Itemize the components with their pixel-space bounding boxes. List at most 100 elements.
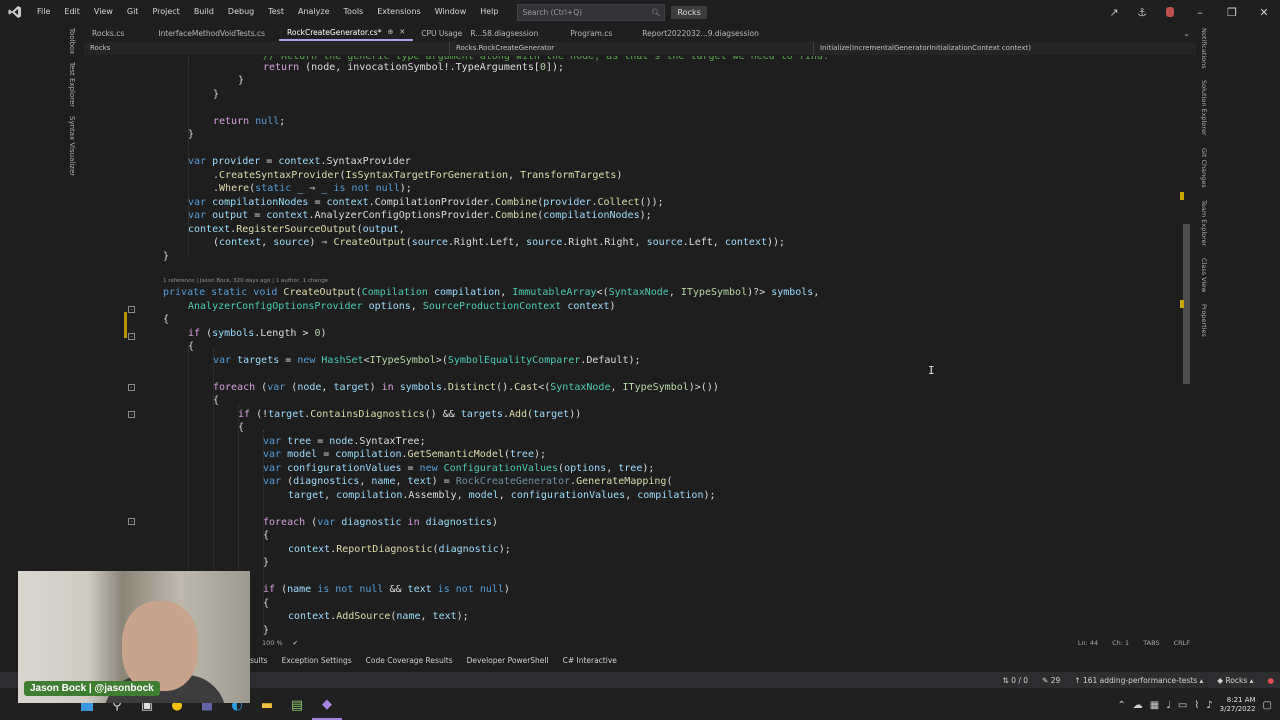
display-icon[interactable]: ▭: [1178, 700, 1187, 711]
test-explorer-tab[interactable]: Test Explorer: [68, 62, 76, 107]
zoom-level[interactable]: 100 %: [262, 639, 283, 647]
close-tab-icon[interactable]: ✕: [399, 25, 405, 40]
nav-project-dropdown[interactable]: Rocks: [84, 42, 450, 55]
menu-build[interactable]: Build: [187, 0, 221, 24]
code-line: var configurationValues = new Configurat…: [263, 463, 655, 474]
menu-edit[interactable]: Edit: [57, 0, 87, 24]
team-explorer-tab[interactable]: Team Explorer: [1200, 200, 1208, 246]
notepad-icon[interactable]: ▤: [282, 690, 312, 720]
title-bar: File Edit View Git Project Build Debug T…: [0, 0, 1280, 24]
tab-program-cs[interactable]: Program.cs: [562, 26, 620, 41]
code-line: {: [263, 598, 270, 609]
code-line: if (!target.ContainsDiagnostics() && tar…: [238, 409, 582, 420]
search-input[interactable]: Search (Ctrl+Q) 🔍︎: [517, 3, 666, 21]
file-explorer-icon[interactable]: ▬: [252, 690, 282, 720]
tab-exception-settings[interactable]: Exception Settings: [275, 654, 359, 667]
volume-icon[interactable]: ♪: [1206, 700, 1212, 711]
tab-label: InterfaceMethodVoidTests.cs: [158, 29, 266, 38]
branch-status[interactable]: ↑ 161 adding-performance-tests ▴: [1074, 676, 1203, 685]
menu-project[interactable]: Project: [145, 0, 186, 24]
properties-tab[interactable]: Properties: [1200, 304, 1208, 337]
scrollbar-thumb[interactable]: [1183, 224, 1190, 384]
code-editor[interactable]: - - - - - // Return the generic type arg…: [84, 56, 1180, 636]
tab-interface-method-void-tests[interactable]: InterfaceMethodVoidTests.cs: [150, 26, 273, 41]
notification-center-icon[interactable]: ▢: [1263, 700, 1272, 711]
menu-help[interactable]: Help: [473, 0, 505, 24]
fold-icon[interactable]: -: [128, 306, 135, 313]
menu-debug[interactable]: Debug: [221, 0, 261, 24]
code-line: .Where(static _ ⇒ _ is not null);: [213, 183, 412, 194]
tab-developer-powershell[interactable]: Developer PowerShell: [460, 654, 556, 667]
toolbox-tab[interactable]: Toolbox: [68, 28, 76, 54]
codelens[interactable]: 1 reference | Jason Bock, 320 days ago |…: [163, 278, 328, 284]
menu-analyze[interactable]: Analyze: [291, 0, 337, 24]
fold-icon[interactable]: -: [128, 411, 135, 418]
menu-extensions[interactable]: Extensions: [370, 0, 427, 24]
menu-window[interactable]: Window: [428, 0, 474, 24]
menu-tools[interactable]: Tools: [337, 0, 371, 24]
solution-name: Rocks: [671, 5, 707, 19]
notification-bell-icon[interactable]: ●: [1267, 676, 1274, 685]
menu-git[interactable]: Git: [120, 0, 146, 24]
line-endings[interactable]: CRLF: [1174, 639, 1190, 647]
menu-test[interactable]: Test: [261, 0, 291, 24]
tab-report-diagsession[interactable]: Report2022032...9.diagsession: [634, 26, 767, 41]
repo-status[interactable]: ◆ Rocks ▴: [1217, 676, 1253, 685]
minimize-button[interactable]: –: [1184, 0, 1216, 24]
tab-rock-create-generator[interactable]: RockCreateGenerator.cs* ⊕ ✕: [279, 25, 414, 41]
clock[interactable]: 8:21 AM 3/27/2022: [1220, 696, 1256, 714]
git-changes-tab[interactable]: Git Changes: [1200, 148, 1208, 188]
fold-icon[interactable]: -: [128, 518, 135, 525]
notifications-tab[interactable]: Notifications: [1200, 28, 1208, 69]
menu-view[interactable]: View: [87, 0, 120, 24]
search-placeholder: Search (Ctrl+Q): [522, 7, 583, 17]
document-tabs: Rocks.cs InterfaceMethodVoidTests.cs Roc…: [84, 26, 1196, 41]
tray-chevron-icon[interactable]: ⌃: [1117, 700, 1125, 711]
tab-code-coverage-results[interactable]: Code Coverage Results: [359, 654, 460, 667]
tab-overflow-icon[interactable]: ⌄: [1183, 26, 1190, 41]
code-line: {: [188, 341, 195, 352]
network-icon[interactable]: ▦: [1150, 700, 1159, 711]
nav-member-dropdown[interactable]: Initialize(IncrementalGeneratorInitializ…: [814, 42, 1184, 55]
clock-time: 8:21 AM: [1226, 696, 1256, 704]
visual-studio-logo-icon: [0, 0, 30, 24]
restore-button[interactable]: ❐: [1216, 0, 1248, 24]
tab-csharp-interactive[interactable]: C# Interactive: [556, 654, 624, 667]
health-icon[interactable]: ✔: [293, 639, 298, 647]
edit-count[interactable]: ✎ 29: [1042, 676, 1060, 685]
solution-explorer-tab[interactable]: Solution Explorer: [1200, 80, 1208, 136]
live-share-icon[interactable]: ⚓: [1128, 0, 1156, 24]
tab-cpu-usage[interactable]: CPU Usage: [413, 26, 470, 41]
profile-icon[interactable]: [1156, 0, 1184, 24]
visual-studio-taskbar-icon[interactable]: ◆: [312, 690, 342, 720]
sync-counts: 0 / 0: [1011, 675, 1029, 685]
tab-results[interactable]: sults: [250, 654, 275, 667]
indent-mode[interactable]: TABS: [1143, 639, 1159, 647]
microphone-icon[interactable]: ♩: [1166, 700, 1171, 711]
pin-icon[interactable]: ⊕: [387, 25, 393, 40]
fold-icon[interactable]: -: [128, 384, 135, 391]
nav-type-dropdown[interactable]: Rocks.RockCreateGenerator: [450, 42, 814, 55]
class-view-tab[interactable]: Class View: [1200, 258, 1208, 293]
fold-icon[interactable]: -: [128, 333, 135, 340]
code-line: }: [238, 75, 245, 86]
syntax-visualizer-tab[interactable]: Syntax Visualizer: [68, 116, 76, 176]
close-button[interactable]: ✕: [1248, 0, 1280, 24]
webcam-overlay: Jason Bock | @jasonbock: [18, 571, 250, 703]
code-line: if (name is not null && text is not null…: [263, 584, 510, 595]
wifi-icon[interactable]: ⌇: [1194, 700, 1199, 711]
tab-diagsession-1[interactable]: R...58.diagsession: [470, 26, 546, 41]
tab-rocks-cs[interactable]: Rocks.cs: [84, 26, 132, 41]
code-line: return (node, invocationSymbol!.TypeArgu…: [263, 62, 565, 73]
code-line: foreach (var (node, target) in symbols.D…: [213, 382, 719, 393]
code-line: var output = context.AnalyzerConfigOptio…: [188, 210, 652, 221]
edit-count-value: 29: [1050, 675, 1061, 685]
code-line: private static void CreateOutput(Compila…: [163, 287, 820, 298]
cloud-icon[interactable]: ☁: [1133, 700, 1143, 711]
vertical-scrollbar[interactable]: [1180, 56, 1192, 636]
share-icon[interactable]: ↗: [1100, 0, 1128, 24]
menu-file[interactable]: File: [30, 0, 57, 24]
menu-bar: File Edit View Git Project Build Debug T…: [30, 0, 505, 24]
sync-status[interactable]: ⇅ 0 / 0: [1003, 676, 1029, 685]
search-icon: 🔍︎: [650, 7, 661, 17]
